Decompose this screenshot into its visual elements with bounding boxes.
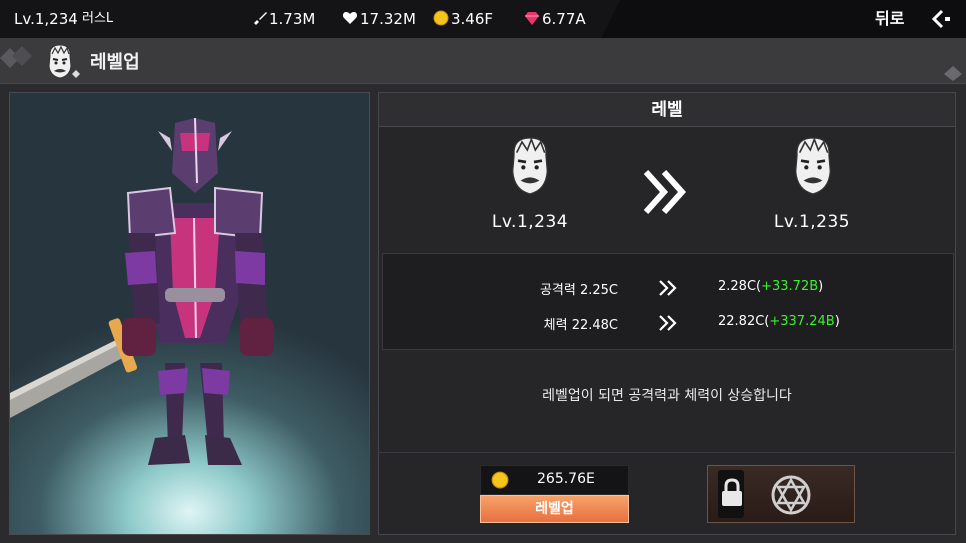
page-header xyxy=(0,38,966,84)
health-new-value: 22.82C(+337.24B) xyxy=(718,314,840,329)
current-level: Lv.1,234 xyxy=(491,212,569,232)
gold-coin-icon xyxy=(491,471,509,489)
health-stat: 17.32M xyxy=(360,10,416,28)
lock-icon xyxy=(722,478,742,506)
gold-coin-icon xyxy=(433,10,449,26)
attack-new-value: 2.28C(+33.72B) xyxy=(718,279,824,294)
gold-stat: 3.46F xyxy=(451,10,494,28)
stat-comparison-box xyxy=(382,253,954,350)
armored-knight-character xyxy=(10,117,274,465)
health-current: 체력 22.48C xyxy=(543,318,618,333)
next-level: Lv.1,235 xyxy=(773,212,851,232)
back-arrow-icon[interactable] xyxy=(932,9,954,29)
levelup-button[interactable]: 레벨업 xyxy=(480,495,629,523)
page-title: 레벨업 xyxy=(90,52,140,73)
gem-icon xyxy=(525,12,539,25)
back-button-label[interactable]: 뒤로 xyxy=(875,10,904,28)
attack-stat: 1.73M xyxy=(269,10,316,28)
attack-bonus: +33.72B xyxy=(761,279,819,294)
player-name: 러스L xyxy=(82,11,114,26)
hexagram-seal-icon xyxy=(771,475,811,515)
panel-title: 레벨 xyxy=(379,93,955,127)
player-level: Lv.1,234 xyxy=(14,10,78,28)
levelup-cost: 265.76E xyxy=(537,471,595,487)
gem-stat: 6.77A xyxy=(542,10,586,28)
corner-decoration xyxy=(944,66,962,81)
divider xyxy=(378,452,956,453)
locked-auto-levelup-slot[interactable] xyxy=(707,465,855,523)
sword-icon xyxy=(254,12,267,25)
character-preview xyxy=(9,92,370,535)
double-chevron-right-icon xyxy=(644,169,687,215)
levelup-info-text: 레벨업이 되면 공격력과 체력이 상승합니다 xyxy=(542,388,792,404)
header-decoration xyxy=(0,46,32,68)
character-avatar-icon xyxy=(48,44,80,79)
chevron-right-icon xyxy=(659,280,677,296)
health-bonus: +337.24B xyxy=(769,314,835,329)
chevron-right-icon xyxy=(659,315,677,331)
current-level-avatar-icon xyxy=(511,137,549,195)
heart-icon xyxy=(342,12,358,24)
attack-current: 공격력 2.25C xyxy=(539,283,618,298)
next-level-avatar-icon xyxy=(794,137,832,195)
